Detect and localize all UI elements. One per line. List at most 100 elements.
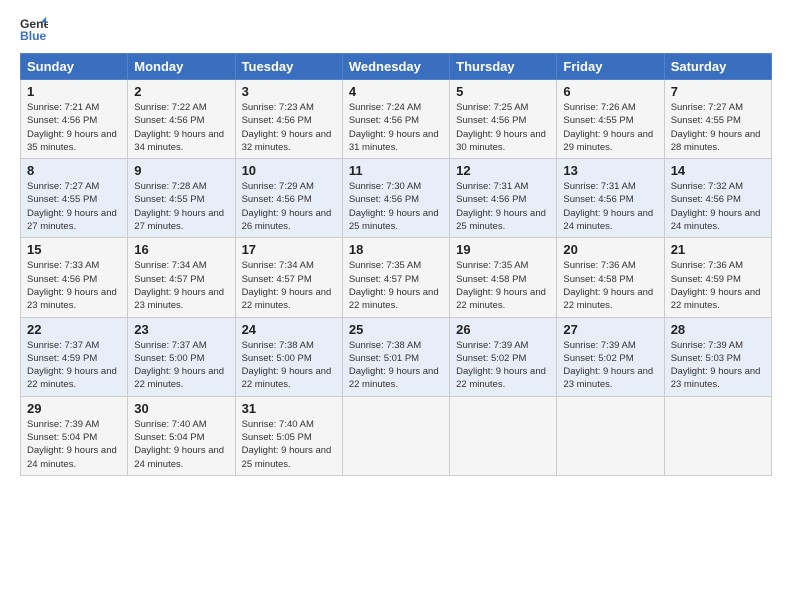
day-info: Sunrise: 7:30 AMSunset: 4:56 PMDaylight:… [349, 181, 439, 232]
day-info: Sunrise: 7:27 AMSunset: 4:55 PMDaylight:… [27, 181, 117, 232]
calendar-day-cell: 15 Sunrise: 7:33 AMSunset: 4:56 PMDaylig… [21, 238, 128, 317]
calendar-day-cell: 8 Sunrise: 7:27 AMSunset: 4:55 PMDayligh… [21, 159, 128, 238]
day-info: Sunrise: 7:28 AMSunset: 4:55 PMDaylight:… [134, 181, 224, 232]
day-info: Sunrise: 7:22 AMSunset: 4:56 PMDaylight:… [134, 102, 224, 153]
weekday-header: Tuesday [235, 54, 342, 80]
day-number: 30 [134, 401, 228, 416]
day-number: 19 [456, 242, 550, 257]
calendar-day-cell: 6 Sunrise: 7:26 AMSunset: 4:55 PMDayligh… [557, 80, 664, 159]
weekday-header: Wednesday [342, 54, 449, 80]
day-number: 8 [27, 163, 121, 178]
calendar-day-cell: 27 Sunrise: 7:39 AMSunset: 5:02 PMDaylig… [557, 317, 664, 396]
calendar-day-cell: 4 Sunrise: 7:24 AMSunset: 4:56 PMDayligh… [342, 80, 449, 159]
calendar-day-cell: 24 Sunrise: 7:38 AMSunset: 5:00 PMDaylig… [235, 317, 342, 396]
day-number: 14 [671, 163, 765, 178]
calendar-day-cell: 13 Sunrise: 7:31 AMSunset: 4:56 PMDaylig… [557, 159, 664, 238]
calendar-day-cell: 26 Sunrise: 7:39 AMSunset: 5:02 PMDaylig… [450, 317, 557, 396]
day-number: 12 [456, 163, 550, 178]
calendar-week-row: 22 Sunrise: 7:37 AMSunset: 4:59 PMDaylig… [21, 317, 772, 396]
day-info: Sunrise: 7:36 AMSunset: 4:58 PMDaylight:… [563, 260, 653, 311]
day-info: Sunrise: 7:34 AMSunset: 4:57 PMDaylight:… [242, 260, 332, 311]
calendar-day-cell [557, 396, 664, 475]
calendar-day-cell: 30 Sunrise: 7:40 AMSunset: 5:04 PMDaylig… [128, 396, 235, 475]
calendar-day-cell: 29 Sunrise: 7:39 AMSunset: 5:04 PMDaylig… [21, 396, 128, 475]
day-info: Sunrise: 7:36 AMSunset: 4:59 PMDaylight:… [671, 260, 761, 311]
day-info: Sunrise: 7:33 AMSunset: 4:56 PMDaylight:… [27, 260, 117, 311]
calendar-day-cell: 28 Sunrise: 7:39 AMSunset: 5:03 PMDaylig… [664, 317, 771, 396]
calendar-day-cell: 23 Sunrise: 7:37 AMSunset: 5:00 PMDaylig… [128, 317, 235, 396]
day-info: Sunrise: 7:34 AMSunset: 4:57 PMDaylight:… [134, 260, 224, 311]
calendar-week-row: 8 Sunrise: 7:27 AMSunset: 4:55 PMDayligh… [21, 159, 772, 238]
day-info: Sunrise: 7:39 AMSunset: 5:04 PMDaylight:… [27, 419, 117, 470]
calendar-day-cell: 18 Sunrise: 7:35 AMSunset: 4:57 PMDaylig… [342, 238, 449, 317]
calendar-day-cell: 12 Sunrise: 7:31 AMSunset: 4:56 PMDaylig… [450, 159, 557, 238]
day-info: Sunrise: 7:29 AMSunset: 4:56 PMDaylight:… [242, 181, 332, 232]
day-number: 6 [563, 84, 657, 99]
calendar-header-row: SundayMondayTuesdayWednesdayThursdayFrid… [21, 54, 772, 80]
day-info: Sunrise: 7:26 AMSunset: 4:55 PMDaylight:… [563, 102, 653, 153]
day-number: 15 [27, 242, 121, 257]
calendar-day-cell: 10 Sunrise: 7:29 AMSunset: 4:56 PMDaylig… [235, 159, 342, 238]
weekday-header: Friday [557, 54, 664, 80]
calendar-day-cell [342, 396, 449, 475]
weekday-header: Sunday [21, 54, 128, 80]
calendar-day-cell: 17 Sunrise: 7:34 AMSunset: 4:57 PMDaylig… [235, 238, 342, 317]
day-number: 13 [563, 163, 657, 178]
calendar-table: SundayMondayTuesdayWednesdayThursdayFrid… [20, 53, 772, 476]
calendar-week-row: 29 Sunrise: 7:39 AMSunset: 5:04 PMDaylig… [21, 396, 772, 475]
day-info: Sunrise: 7:40 AMSunset: 5:04 PMDaylight:… [134, 419, 224, 470]
calendar-day-cell: 25 Sunrise: 7:38 AMSunset: 5:01 PMDaylig… [342, 317, 449, 396]
day-info: Sunrise: 7:38 AMSunset: 5:01 PMDaylight:… [349, 340, 439, 391]
calendar-day-cell: 31 Sunrise: 7:40 AMSunset: 5:05 PMDaylig… [235, 396, 342, 475]
calendar-day-cell: 14 Sunrise: 7:32 AMSunset: 4:56 PMDaylig… [664, 159, 771, 238]
day-number: 22 [27, 322, 121, 337]
weekday-header: Thursday [450, 54, 557, 80]
calendar-header: General Blue [20, 15, 772, 43]
day-info: Sunrise: 7:39 AMSunset: 5:03 PMDaylight:… [671, 340, 761, 391]
calendar-day-cell: 2 Sunrise: 7:22 AMSunset: 4:56 PMDayligh… [128, 80, 235, 159]
calendar-day-cell: 20 Sunrise: 7:36 AMSunset: 4:58 PMDaylig… [557, 238, 664, 317]
day-number: 17 [242, 242, 336, 257]
day-number: 16 [134, 242, 228, 257]
logo-icon: General Blue [20, 15, 48, 43]
day-info: Sunrise: 7:21 AMSunset: 4:56 PMDaylight:… [27, 102, 117, 153]
day-number: 9 [134, 163, 228, 178]
svg-text:Blue: Blue [20, 29, 47, 43]
calendar-day-cell: 9 Sunrise: 7:28 AMSunset: 4:55 PMDayligh… [128, 159, 235, 238]
day-number: 4 [349, 84, 443, 99]
calendar-week-row: 15 Sunrise: 7:33 AMSunset: 4:56 PMDaylig… [21, 238, 772, 317]
day-number: 10 [242, 163, 336, 178]
calendar-day-cell [450, 396, 557, 475]
day-info: Sunrise: 7:35 AMSunset: 4:58 PMDaylight:… [456, 260, 546, 311]
day-number: 20 [563, 242, 657, 257]
day-number: 18 [349, 242, 443, 257]
day-number: 1 [27, 84, 121, 99]
calendar-week-row: 1 Sunrise: 7:21 AMSunset: 4:56 PMDayligh… [21, 80, 772, 159]
day-info: Sunrise: 7:25 AMSunset: 4:56 PMDaylight:… [456, 102, 546, 153]
calendar-day-cell: 3 Sunrise: 7:23 AMSunset: 4:56 PMDayligh… [235, 80, 342, 159]
calendar-day-cell: 16 Sunrise: 7:34 AMSunset: 4:57 PMDaylig… [128, 238, 235, 317]
day-number: 29 [27, 401, 121, 416]
day-info: Sunrise: 7:31 AMSunset: 4:56 PMDaylight:… [563, 181, 653, 232]
calendar-day-cell: 11 Sunrise: 7:30 AMSunset: 4:56 PMDaylig… [342, 159, 449, 238]
day-info: Sunrise: 7:39 AMSunset: 5:02 PMDaylight:… [456, 340, 546, 391]
day-info: Sunrise: 7:39 AMSunset: 5:02 PMDaylight:… [563, 340, 653, 391]
day-number: 28 [671, 322, 765, 337]
day-number: 3 [242, 84, 336, 99]
day-number: 24 [242, 322, 336, 337]
calendar-day-cell: 21 Sunrise: 7:36 AMSunset: 4:59 PMDaylig… [664, 238, 771, 317]
calendar-day-cell: 1 Sunrise: 7:21 AMSunset: 4:56 PMDayligh… [21, 80, 128, 159]
day-info: Sunrise: 7:27 AMSunset: 4:55 PMDaylight:… [671, 102, 761, 153]
day-number: 25 [349, 322, 443, 337]
calendar-day-cell: 22 Sunrise: 7:37 AMSunset: 4:59 PMDaylig… [21, 317, 128, 396]
weekday-header: Saturday [664, 54, 771, 80]
day-number: 23 [134, 322, 228, 337]
logo: General Blue [20, 15, 48, 43]
weekday-header: Monday [128, 54, 235, 80]
day-info: Sunrise: 7:35 AMSunset: 4:57 PMDaylight:… [349, 260, 439, 311]
day-info: Sunrise: 7:38 AMSunset: 5:00 PMDaylight:… [242, 340, 332, 391]
day-info: Sunrise: 7:24 AMSunset: 4:56 PMDaylight:… [349, 102, 439, 153]
calendar-day-cell [664, 396, 771, 475]
day-number: 27 [563, 322, 657, 337]
day-info: Sunrise: 7:37 AMSunset: 5:00 PMDaylight:… [134, 340, 224, 391]
